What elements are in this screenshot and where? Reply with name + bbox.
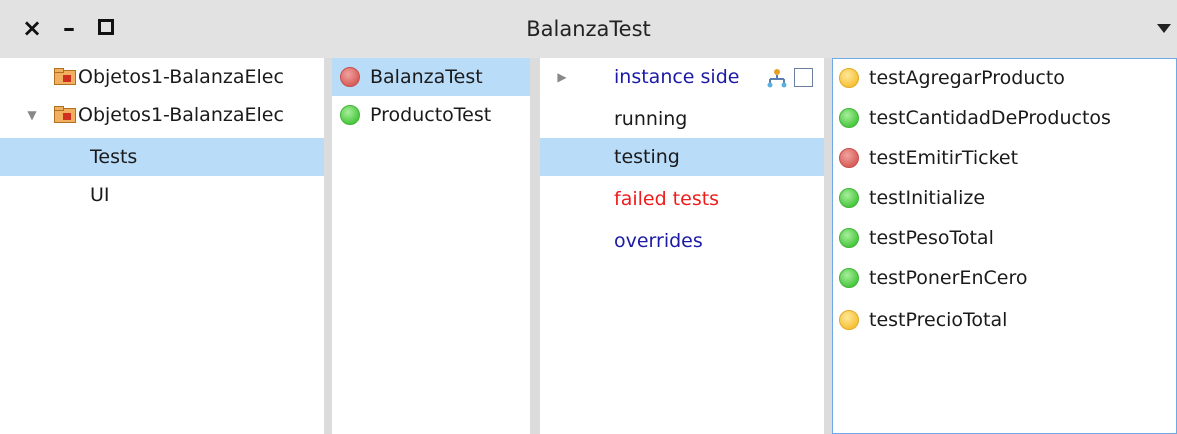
test-passed-status-icon bbox=[340, 105, 360, 125]
method-row[interactable]: testPonerEnCero bbox=[833, 259, 1176, 297]
package-row[interactable]: ▼ Objetos1-BalanzaElec bbox=[0, 96, 324, 134]
pane-splitter[interactable] bbox=[530, 58, 540, 434]
package-tag-row[interactable]: UI bbox=[0, 176, 324, 214]
method-label: testInitialize bbox=[869, 187, 986, 209]
test-warning-status-icon bbox=[839, 310, 859, 330]
close-window-button[interactable]: × bbox=[20, 13, 44, 43]
method-row[interactable]: testAgregarProducto bbox=[833, 59, 1176, 97]
class-label: BalanzaTest bbox=[370, 66, 483, 88]
window-titlebar: × – BalanzaTest bbox=[0, 0, 1177, 58]
package-label: Objetos1-BalanzaElec bbox=[78, 66, 284, 88]
protocol-row[interactable]: overrides bbox=[540, 222, 824, 260]
protocol-row[interactable]: testing bbox=[540, 138, 824, 176]
minimize-window-button[interactable]: – bbox=[56, 13, 82, 43]
method-label: testAgregarProducto bbox=[869, 67, 1065, 89]
method-row[interactable]: testCantidadDeProductos bbox=[833, 99, 1176, 137]
protocol-row[interactable]: running bbox=[540, 100, 824, 138]
test-failed-status-icon bbox=[839, 148, 859, 168]
instance-side-label: instance side bbox=[614, 66, 740, 88]
test-passed-status-icon bbox=[839, 188, 859, 208]
pane-splitter[interactable] bbox=[324, 58, 332, 434]
maximize-window-button[interactable] bbox=[95, 13, 117, 43]
package-row[interactable]: Objetos1-BalanzaElec bbox=[0, 58, 324, 96]
protocol-row[interactable]: failed tests bbox=[540, 180, 824, 218]
package-icon bbox=[54, 68, 76, 85]
package-label: Objetos1-BalanzaElec bbox=[78, 104, 284, 126]
method-row[interactable]: testPesoTotal bbox=[833, 219, 1176, 257]
package-tag-label: UI bbox=[90, 184, 110, 206]
window-title: BalanzaTest bbox=[526, 17, 651, 41]
method-label: testPrecioTotal bbox=[869, 309, 1008, 331]
failed-tests-protocol-label: failed tests bbox=[614, 188, 720, 210]
test-passed-status-icon bbox=[839, 108, 859, 128]
method-row[interactable]: testInitialize bbox=[833, 179, 1176, 217]
protocols-pane: ▶ instance side running testing failed t… bbox=[540, 58, 824, 434]
class-label: ProductoTest bbox=[370, 104, 492, 126]
method-row[interactable]: testEmitirTicket bbox=[833, 139, 1176, 177]
classes-pane: BalanzaTest ProductoTest bbox=[332, 58, 530, 434]
collapse-triangle-icon[interactable]: ▼ bbox=[24, 96, 40, 134]
method-label: testEmitirTicket bbox=[869, 147, 1019, 169]
window-menu-triangle-icon[interactable] bbox=[1157, 24, 1171, 33]
test-failed-status-icon bbox=[340, 67, 360, 87]
method-label: testPonerEnCero bbox=[869, 267, 1028, 289]
expand-triangle-icon[interactable]: ▶ bbox=[554, 58, 570, 96]
hierarchy-icon[interactable] bbox=[766, 68, 788, 88]
protocol-label: running bbox=[614, 108, 688, 130]
test-warning-status-icon bbox=[839, 68, 859, 88]
method-row[interactable]: testPrecioTotal bbox=[833, 301, 1176, 339]
class-row[interactable]: ProductoTest bbox=[332, 96, 530, 134]
packages-pane: Objetos1-BalanzaElec ▼ Objetos1-BalanzaE… bbox=[0, 58, 324, 434]
protocol-label: testing bbox=[614, 146, 680, 168]
maximize-icon bbox=[98, 18, 114, 35]
method-label: testCantidadDeProductos bbox=[869, 107, 1111, 129]
package-icon bbox=[54, 106, 76, 123]
test-passed-status-icon bbox=[839, 228, 859, 248]
method-label: testPesoTotal bbox=[869, 227, 994, 249]
overrides-protocol-label: overrides bbox=[614, 230, 703, 252]
pane-splitter[interactable] bbox=[824, 58, 832, 434]
class-row[interactable]: BalanzaTest bbox=[332, 58, 530, 96]
test-passed-status-icon bbox=[839, 268, 859, 288]
methods-pane: testAgregarProducto testCantidadDeProduc… bbox=[832, 58, 1177, 434]
package-tag-row[interactable]: Tests bbox=[0, 138, 324, 176]
checkbox-icon[interactable] bbox=[794, 68, 813, 87]
package-tag-label: Tests bbox=[90, 146, 138, 168]
instance-side-row[interactable]: ▶ instance side bbox=[540, 58, 824, 96]
